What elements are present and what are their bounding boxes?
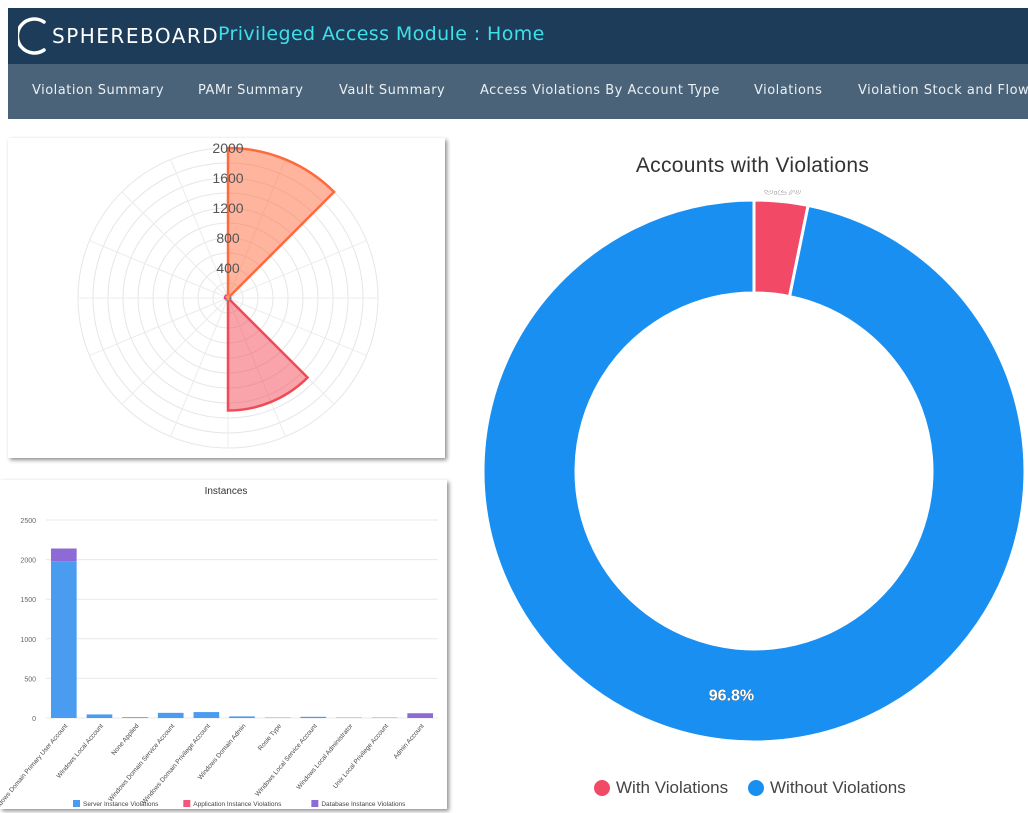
accounts-donut-chart[interactable]: 3.2% 96.8% <box>470 190 1028 760</box>
bar-chart-title: Instances <box>205 486 248 497</box>
legend-with-violations[interactable]: With Violations <box>594 778 728 798</box>
polar-chart-card: 400 800 1200 1600 2000 <box>8 138 445 458</box>
polar-tick-label: 2000 <box>212 140 243 156</box>
bar-y-tick-label: 1000 <box>20 637 36 644</box>
bar-y-tick-label: 0 <box>32 716 36 723</box>
donut-slice-label: 3.2% <box>764 190 800 198</box>
bar-segment <box>229 716 255 718</box>
bar-segment <box>122 717 148 718</box>
bar-x-tick-label: None Applied <box>110 722 140 756</box>
bar-x-tick-label: Windows Domain Privilege Account <box>141 723 212 806</box>
bar-y-tick-label: 500 <box>24 676 36 683</box>
brand-name: SPHEREBOARD <box>52 24 219 48</box>
instances-bar-chart[interactable]: Instances 0 500 1000 1500 2000 2500 Windows Dom… <box>0 480 447 809</box>
bar-x-tick-label: Windows Domain Service Account <box>107 723 176 803</box>
polar-tick-label: 800 <box>216 230 240 246</box>
polar-tick-label: 1200 <box>212 200 243 216</box>
bar-x-tick-label: Admin Account <box>392 723 425 761</box>
nav-violation-summary[interactable]: Violation Summary <box>32 83 164 98</box>
bar-segment <box>87 714 113 718</box>
bar-y-tick-label: 2500 <box>20 518 36 525</box>
bar-segment <box>300 717 326 718</box>
polar-grid-spoke <box>89 241 228 298</box>
bar-segment <box>158 713 184 718</box>
legend-label-with-violations: With Violations <box>616 778 728 798</box>
nav-violations[interactable]: Violations <box>754 83 822 98</box>
bar-legend-swatch <box>73 800 80 807</box>
polar-grid-spoke <box>171 298 228 437</box>
top-nav: Violation Summary PAMr Summary Vault Sum… <box>8 64 1028 119</box>
brand-logo[interactable]: SPHEREBOARD <box>18 16 219 56</box>
polar-grid-spoke <box>89 298 228 355</box>
bar-y-tick-label: 1500 <box>20 597 36 604</box>
bar-legend-swatch <box>183 800 190 807</box>
donut-slice-label: 96.8% <box>709 687 754 704</box>
bar-legend-label: Server Instance Violations <box>83 801 159 808</box>
bar-legend-label: Application Instance Violations <box>193 801 282 808</box>
bar-segment <box>407 713 433 718</box>
nav-pamr-summary[interactable]: PAMr Summary <box>198 83 303 98</box>
bar-segment <box>51 549 77 562</box>
sphere-logo-icon <box>18 16 48 56</box>
polar-sector <box>227 297 228 299</box>
polar-area-chart[interactable]: 400 800 1200 1600 2000 <box>8 138 445 458</box>
app-header: SPHEREBOARD Privileged Access Module : H… <box>8 8 1028 64</box>
bar-x-tick-label: Windows Local Service Account <box>254 723 319 798</box>
bar-legend-label: Database Instance Violations <box>321 801 406 808</box>
bar-segment <box>51 561 77 718</box>
legend-without-violations[interactable]: Without Violations <box>748 778 906 798</box>
legend-swatch-with-violations <box>594 780 610 796</box>
donut-chart-title: Accounts with Violations <box>470 154 1028 178</box>
donut-slice <box>483 200 1025 742</box>
bar-segment <box>194 712 220 718</box>
nav-violation-stock-and-flow[interactable]: Violation Stock and Flow <box>858 83 1028 98</box>
page-title: Privileged Access Module : Home <box>218 23 545 45</box>
polar-tick-label: 1600 <box>212 170 243 186</box>
bar-y-tick-label: 2000 <box>20 558 36 565</box>
bar-x-tick-label: Rosie Type <box>257 722 283 752</box>
legend-swatch-without-violations <box>748 780 764 796</box>
polar-tick-label: 400 <box>216 260 240 276</box>
nav-access-violations-by-account-type[interactable]: Access Violations By Account Type <box>480 83 720 98</box>
instances-chart-card: Instances 0 500 1000 1500 2000 2500 Windows Dom… <box>0 480 447 809</box>
nav-vault-summary[interactable]: Vault Summary <box>339 83 445 98</box>
legend-label-without-violations: Without Violations <box>770 778 906 798</box>
bar-legend-swatch <box>311 800 318 807</box>
bar-x-tick-label: Windows Domain Primary User Account <box>0 723 69 809</box>
